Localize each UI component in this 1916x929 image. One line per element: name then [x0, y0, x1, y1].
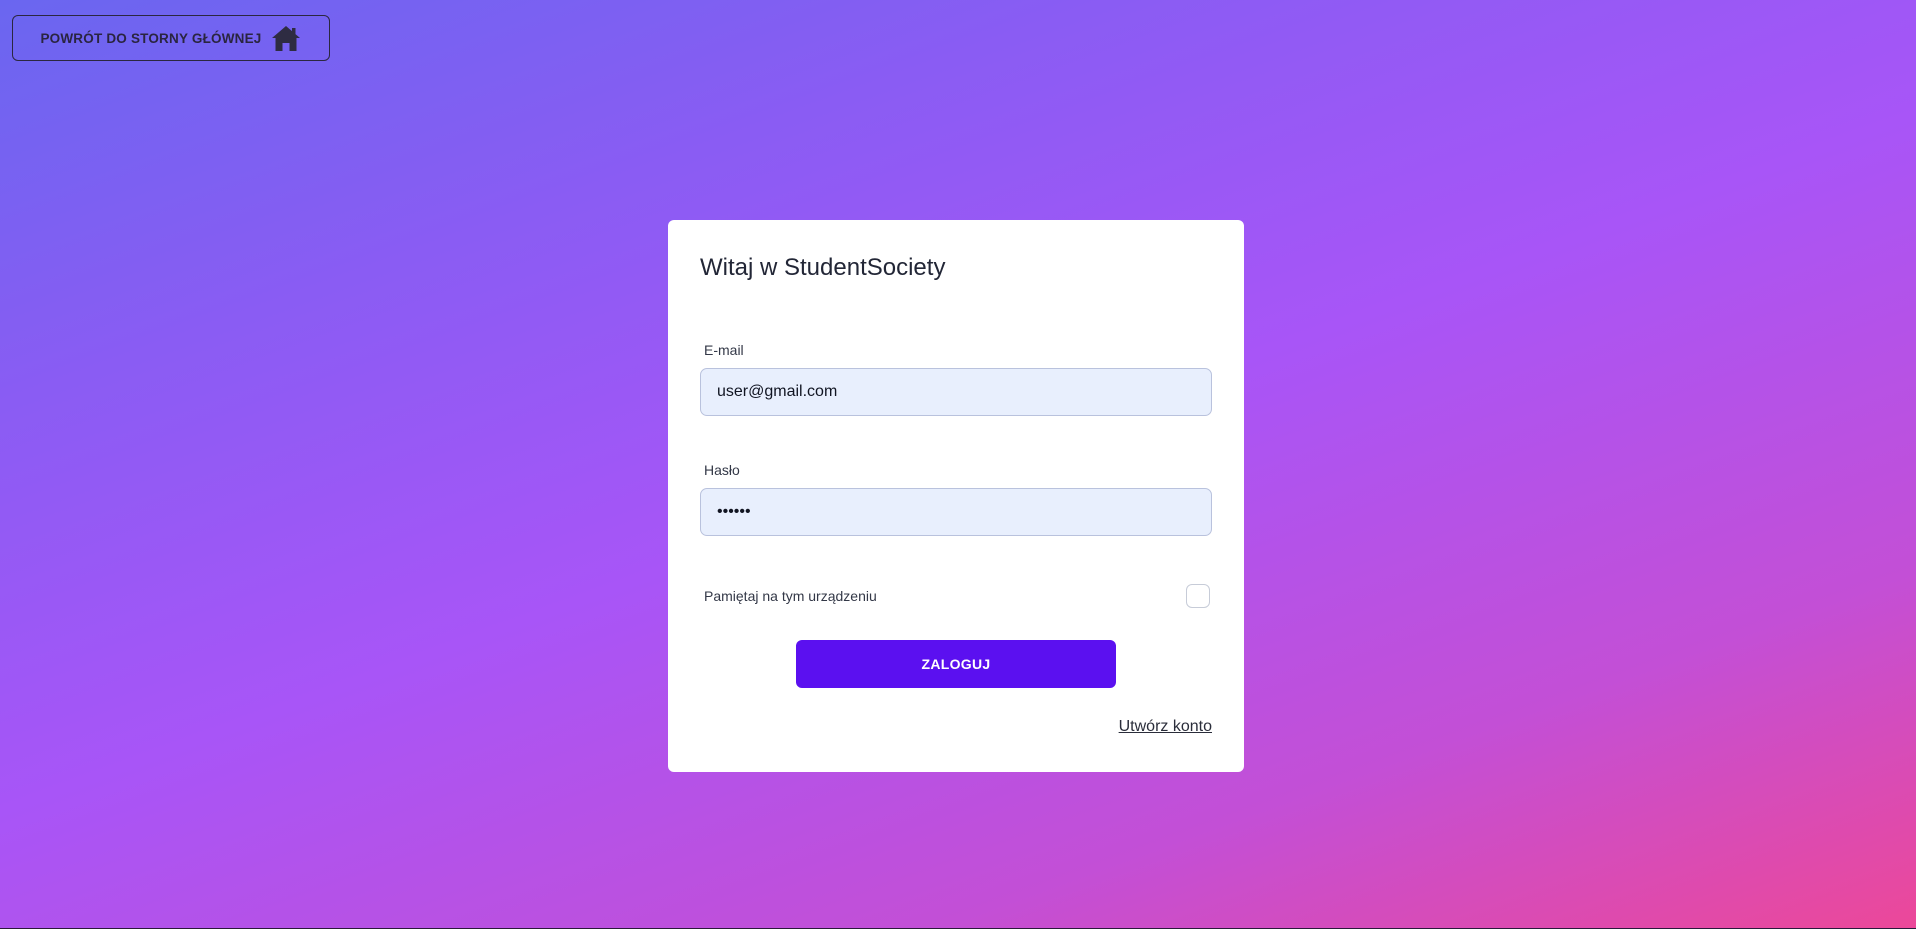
email-label: E-mail [704, 342, 744, 358]
remember-checkbox[interactable] [1186, 584, 1210, 608]
login-card: Witaj w StudentSociety E-mail Hasło Pami… [668, 220, 1244, 772]
email-field[interactable] [700, 368, 1212, 416]
password-field[interactable] [700, 488, 1212, 536]
home-icon [270, 24, 302, 52]
back-to-home-label: POWRÓT DO STORNY GŁÓWNEJ [40, 30, 262, 46]
password-label: Hasło [704, 462, 740, 478]
create-account-link[interactable]: Utwórz konto [1119, 718, 1212, 736]
remember-row: Pamiętaj na tym urządzeniu [704, 582, 1212, 610]
remember-label: Pamiętaj na tym urządzeniu [704, 588, 877, 604]
login-button[interactable]: ZALOGUJ [796, 640, 1116, 688]
page-title: Witaj w StudentSociety [700, 254, 946, 281]
back-to-home-button[interactable]: POWRÓT DO STORNY GŁÓWNEJ [12, 15, 330, 61]
login-page: POWRÓT DO STORNY GŁÓWNEJ Witaj w Student… [0, 0, 1916, 928]
